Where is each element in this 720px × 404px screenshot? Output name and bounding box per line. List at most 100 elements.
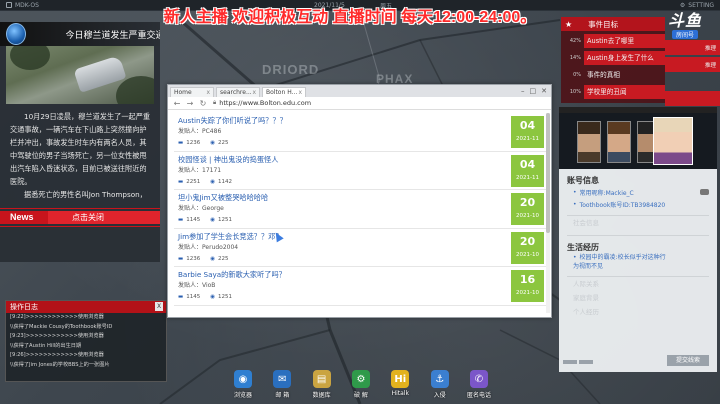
globe-icon: [6, 23, 26, 45]
dock-label: 入侵: [433, 392, 446, 399]
goal-item[interactable]: 10% 学校里的丑闻: [561, 84, 665, 99]
footer-tool-icon[interactable]: [579, 360, 593, 364]
tab-bolton[interactable]: Bolton H... x: [262, 87, 306, 97]
suspect-portrait[interactable]: [607, 121, 631, 163]
post-day: 16: [519, 273, 536, 286]
post-title[interactable]: Jim参加了学生会长竞选？？邓？: [178, 232, 283, 242]
setting-button[interactable]: ⚙ SETTING: [680, 2, 714, 9]
post-item[interactable]: 校园怪谈 | 神出鬼没的捣蛋怪人 发贴人：17171 ▬ 2251 ◉ 1142 0…: [174, 152, 550, 190]
post-title[interactable]: Austin失踪了你们听说了吗？？？: [178, 116, 287, 126]
post-item[interactable]: Jim参加了学生会长竞选？？邓？ 发贴人：Perudo2004 ▬ 1236 ◉ 2…: [174, 229, 550, 267]
post-stats: ▬ 1236 ◉ 225: [178, 140, 229, 146]
experience-text: 校园中的霸凌:校长似乎对这种行: [579, 254, 666, 261]
post-day: 20: [519, 234, 536, 248]
locked-section: 个人经历: [573, 308, 599, 316]
post-month: 2021-10: [516, 213, 539, 219]
tab-search[interactable]: searchre... x: [216, 87, 260, 97]
browser-tabbar: Home x searchre... x Bolton H... x – □ ✕: [168, 85, 551, 97]
toggle-icon[interactable]: [700, 189, 709, 195]
back-icon[interactable]: ←: [173, 99, 181, 108]
post-list: Austin失踪了你们听说了吗？？？ 发贴人：PC486 ▬ 1236 ◉ 225 …: [174, 113, 550, 317]
news-header: 今日穆兰道发生严重交通事: [0, 22, 160, 46]
os-menu[interactable]: MDK-OS: [6, 2, 39, 9]
suspect-portrait[interactable]: [577, 121, 601, 163]
log-header: 操作日志 X: [6, 301, 166, 313]
tab-home[interactable]: Home x: [170, 87, 214, 97]
post-item[interactable]: 坦小鬼Jim又被整哭哈哈哈哈 发贴人：George ▬ 1145 ◉ 1251 20…: [174, 190, 550, 229]
dock-intrude[interactable]: ⚓ 入侵: [423, 366, 457, 404]
event-goals-panel: ★ 事件目标 42% Austin去了哪里 14% Austin身上发生了什么 …: [561, 17, 665, 103]
portrait-strip: [559, 113, 717, 169]
phone-icon: ✆: [469, 370, 488, 388]
minimize-icon[interactable]: –: [521, 87, 525, 95]
dock-database[interactable]: ▤ 数据库: [305, 366, 339, 404]
news-close-button[interactable]: 点击关闭: [48, 211, 160, 224]
goal-progress: 10%: [569, 88, 581, 95]
scrollbar[interactable]: [546, 113, 550, 313]
event-goals-header: ★ 事件目标: [561, 17, 665, 31]
post-date: 04 2021-11: [511, 154, 544, 187]
tab-close-icon[interactable]: x: [252, 89, 256, 96]
goal-label: 事件的真相: [587, 70, 620, 79]
dock-label: 匿名电话: [466, 392, 491, 399]
view-count: 1142: [218, 178, 233, 185]
goal-item[interactable]: 42% Austin去了哪里: [561, 33, 665, 48]
goal-progress: 14%: [569, 54, 581, 61]
scrollbar-thumb[interactable]: [546, 113, 550, 233]
selected-portrait[interactable]: [653, 117, 693, 165]
bullet-icon: •: [573, 200, 577, 208]
goal-side-row[interactable]: [665, 91, 720, 106]
view-icon: ◉: [210, 217, 216, 223]
account-nickname: 常用昵称:Mackie_C: [579, 189, 634, 197]
logo-text: 斗鱼: [667, 13, 702, 30]
goal-item[interactable]: 0% 事件的真相: [561, 67, 665, 82]
account-row[interactable]: • Toothbook账号ID:TB3984820: [559, 198, 717, 210]
view-count: 225: [218, 140, 229, 146]
post-month: 2021-11: [516, 136, 539, 142]
dock-browser[interactable]: ◉ 浏览器: [226, 366, 260, 404]
post-item[interactable]: Barbie Saya的新歌大家听了吗？ 发贴人：VioB ▬ 1145 ◉ 125…: [174, 267, 550, 306]
news-paragraph: 据悉死亡的男性名叫Jon Thompson，: [24, 190, 147, 199]
post-title[interactable]: 校园怪谈 | 神出鬼没的捣蛋怪人: [178, 155, 278, 165]
news-divider: [0, 226, 160, 227]
url-field[interactable]: https://www.Bolton.edu.com: [219, 99, 311, 107]
post-date: 20 2021-10: [511, 231, 544, 264]
maximize-icon[interactable]: □: [530, 87, 537, 95]
post-title[interactable]: Barbie Saya的新歌大家听了吗？: [178, 270, 286, 280]
goal-side-tags: 推理 推理: [665, 38, 720, 106]
goal-side-row[interactable]: 推理: [665, 40, 720, 55]
post-date: 20 2021-10: [511, 193, 544, 225]
comment-count: 2251: [186, 178, 201, 185]
submit-clue-button[interactable]: 提交线索: [667, 355, 709, 366]
forward-icon[interactable]: →: [186, 99, 194, 108]
goal-progress: 0%: [573, 71, 581, 78]
post-author: 发贴人：Perudo2004: [178, 243, 239, 251]
dock-hitalk[interactable]: Hi Hitalk: [383, 366, 417, 404]
footer-tool-icon[interactable]: [563, 360, 577, 364]
goal-item[interactable]: 14% Austin身上发生了什么: [561, 50, 665, 65]
post-day: 20: [519, 196, 536, 209]
goal-side-row[interactable]: 推理: [665, 57, 720, 72]
comment-count: 1236: [186, 140, 201, 146]
dock-anonymous-call[interactable]: ✆ 匿名电话: [462, 366, 496, 404]
post-item[interactable]: Austin失踪了你们听说了吗？？？ 发贴人：PC486 ▬ 1236 ◉ 225 …: [174, 113, 550, 152]
tab-close-icon[interactable]: x: [206, 89, 210, 96]
log-line: \\获得了Austin Hill的出生日期: [10, 342, 82, 349]
tab-close-icon[interactable]: x: [298, 89, 302, 96]
experience-item[interactable]: • 校园中的霸凌:校长似乎对这种行: [559, 253, 717, 262]
dock-crack[interactable]: ⚙ 破 解: [344, 366, 378, 404]
locked-section: 家庭背景: [573, 294, 599, 302]
post-title[interactable]: 坦小鬼Jim又被整哭哈哈哈哈: [178, 193, 268, 203]
comment-icon: ▬: [178, 140, 184, 146]
dock-mail[interactable]: ✉ 邮 箱: [265, 366, 299, 404]
account-row[interactable]: • 常用昵称:Mackie_C: [559, 186, 717, 198]
log-line: [9:23]>>>>>>>>>>>>使用浏览器: [10, 333, 104, 339]
close-icon[interactable]: ✕: [541, 87, 547, 95]
setting-label: SETTING: [688, 1, 714, 9]
post-month: 2021-10: [516, 251, 539, 258]
view-icon: ◉: [210, 294, 216, 300]
database-icon: ▤: [312, 370, 331, 388]
log-close-button[interactable]: X: [155, 302, 163, 311]
log-line: \\获得了Jim Jones的学校BBS上的一张图片: [10, 361, 110, 368]
reload-icon[interactable]: ↻: [199, 99, 207, 108]
